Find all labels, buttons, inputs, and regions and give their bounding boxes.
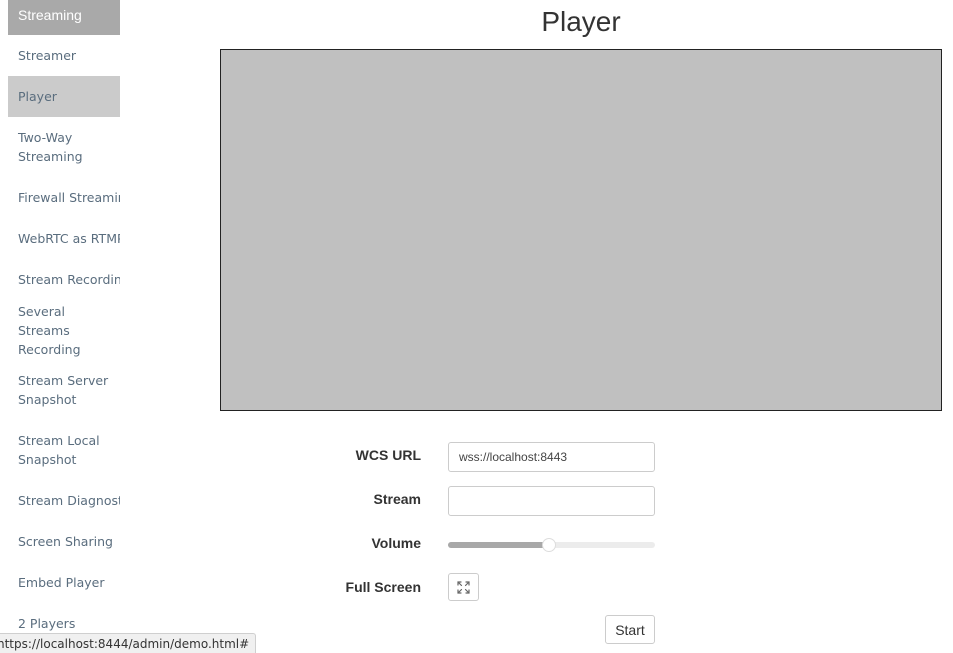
sidebar-item-two-way-streaming[interactable]: Two-Way Streaming bbox=[8, 117, 120, 177]
sidebar-item-label: Firewall Streaming bbox=[18, 190, 120, 205]
sidebar-item-streamer[interactable]: Streamer bbox=[8, 35, 120, 76]
stream-label: Stream bbox=[373, 491, 421, 507]
stream-input[interactable] bbox=[448, 486, 655, 516]
page-title: Player bbox=[541, 6, 621, 37]
page: Streaming Streamer Player Two-Way Stream… bbox=[0, 0, 953, 653]
sidebar-item-label: Screen Sharing bbox=[18, 534, 113, 549]
volume-slider[interactable] bbox=[448, 538, 655, 552]
video-player-area[interactable] bbox=[220, 49, 942, 411]
sidebar-item-stream-diagnostic[interactable]: Stream Diagnostic bbox=[8, 480, 120, 521]
fullscreen-button[interactable] bbox=[448, 573, 479, 601]
sidebar-item-label: Stream Local Snapshot bbox=[18, 433, 100, 467]
browser-status-bar: https://localhost:8444/admin/demo.html# bbox=[0, 633, 257, 653]
sidebar-item-firewall-streaming[interactable]: Firewall Streaming bbox=[8, 177, 120, 218]
sidebar-item-label: Stream Server Snapshot bbox=[18, 373, 109, 407]
sidebar-item-label: Streamer bbox=[18, 48, 77, 63]
volume-slider-handle[interactable] bbox=[542, 538, 557, 552]
start-button[interactable]: Start bbox=[605, 615, 655, 644]
sidebar-item-stream-server-snapshot[interactable]: Stream Server Snapshot bbox=[8, 360, 120, 420]
sidebar-item-embed-player[interactable]: Embed Player bbox=[8, 562, 120, 603]
fullscreen-label: Full Screen bbox=[345, 579, 421, 595]
sidebar-item-label: 2 Players bbox=[18, 616, 76, 631]
sidebar-item-label: Stream Recording bbox=[18, 272, 120, 287]
volume-label: Volume bbox=[371, 535, 421, 551]
sidebar: Streaming Streamer Player Two-Way Stream… bbox=[8, 0, 120, 653]
wcs-url-label: WCS URL bbox=[355, 447, 421, 463]
sidebar-item-stream-recording[interactable]: Stream Recording bbox=[8, 259, 120, 300]
sidebar-item-label: Embed Player bbox=[18, 575, 105, 590]
sidebar-item-label: Stream Diagnostic bbox=[18, 493, 120, 508]
sidebar-item-label: Several Streams Recording bbox=[18, 303, 81, 357]
volume-slider-fill bbox=[448, 542, 550, 548]
sidebar-item-webrtc-as-rtmp[interactable]: WebRTC as RTMP bbox=[8, 218, 120, 259]
sidebar-item-label: Player bbox=[18, 89, 57, 104]
status-bar-url: https://localhost:8444/admin/demo.html# bbox=[0, 637, 250, 651]
sidebar-item-player[interactable]: Player bbox=[8, 76, 120, 117]
wcs-url-input[interactable] bbox=[448, 442, 655, 472]
sidebar-item-label: WebRTC as RTMP bbox=[18, 231, 120, 246]
sidebar-item-several-streams-recording[interactable]: Several Streams Recording bbox=[8, 300, 120, 360]
sidebar-header-streaming[interactable]: Streaming bbox=[8, 0, 120, 35]
sidebar-item-stream-local-snapshot[interactable]: Stream Local Snapshot bbox=[8, 420, 120, 480]
sidebar-item-label: Two-Way Streaming bbox=[18, 130, 83, 164]
sidebar-item-screen-sharing[interactable]: Screen Sharing bbox=[8, 521, 120, 562]
expand-icon bbox=[457, 580, 470, 594]
